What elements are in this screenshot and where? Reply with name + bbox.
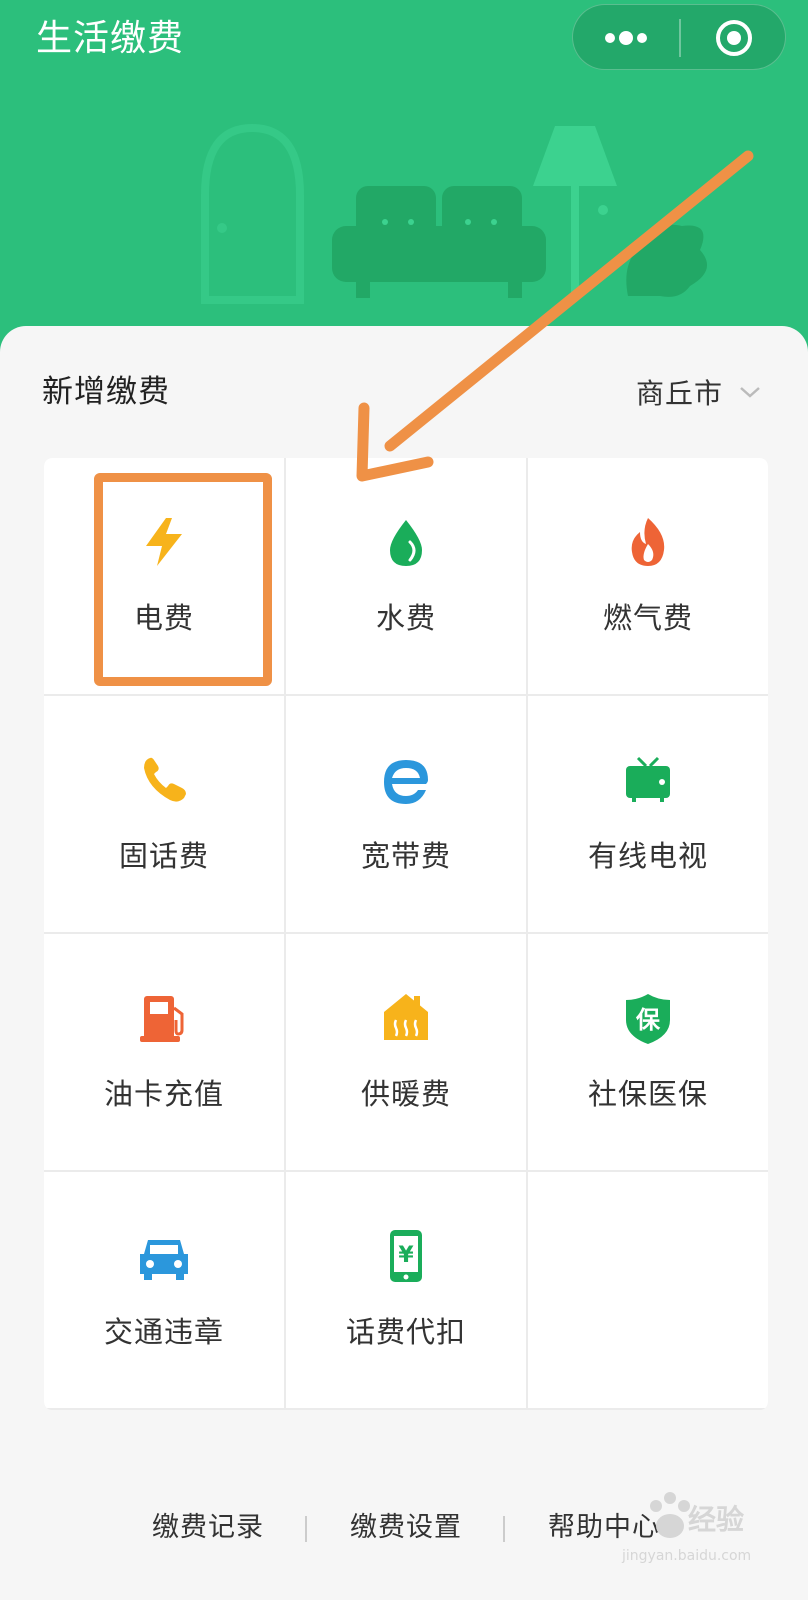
service-landline[interactable]: 固话费 bbox=[44, 696, 284, 932]
more-dots-icon bbox=[605, 31, 647, 45]
header-banner: 生活缴费 bbox=[0, 0, 808, 380]
service-label: 话费代扣 bbox=[345, 1315, 466, 1349]
section-title: 新增缴费 bbox=[42, 374, 170, 410]
service-gas[interactable]: 燃气费 bbox=[528, 458, 768, 694]
service-label: 有线电视 bbox=[587, 839, 708, 873]
empty-cell bbox=[528, 1172, 768, 1408]
footer-divider bbox=[503, 1516, 505, 1542]
lightning-icon bbox=[146, 518, 182, 566]
insurance-shield-icon: 保 bbox=[626, 994, 670, 1044]
flame-icon bbox=[631, 518, 665, 566]
service-label: 电费 bbox=[133, 601, 194, 635]
watermark-text: 经验 bbox=[688, 1503, 745, 1536]
city-label: 商丘市 bbox=[636, 377, 724, 410]
service-label: 供暖费 bbox=[360, 1077, 451, 1111]
city-selector[interactable]: 商丘市 bbox=[636, 370, 761, 414]
gas-pump-icon bbox=[140, 996, 184, 1042]
service-cable-tv[interactable]: 有线电视 bbox=[528, 696, 768, 932]
service-label: 社保医保 bbox=[587, 1077, 708, 1111]
close-button[interactable] bbox=[681, 5, 787, 71]
service-fuel-card[interactable]: 油卡充值 bbox=[44, 934, 284, 1170]
service-water[interactable]: 水费 bbox=[286, 458, 526, 694]
service-phone-autopay[interactable]: ¥ 话费代扣 bbox=[286, 1172, 526, 1408]
tv-icon bbox=[626, 756, 670, 802]
more-button[interactable] bbox=[573, 5, 679, 71]
service-grid: 电费 水费 燃气费 固话费 宽带费 有线电视 油卡充值 供暖费 保 社保医保 交… bbox=[44, 458, 768, 1410]
watermark-sub: jingyan.baidu.com bbox=[622, 1548, 752, 1564]
mini-program-capsule bbox=[572, 4, 786, 70]
yuan-glyph: ¥ bbox=[398, 1243, 414, 1268]
target-circle-icon bbox=[716, 20, 752, 56]
footer-divider bbox=[305, 1516, 307, 1542]
car-icon bbox=[140, 1240, 188, 1280]
heating-house-icon bbox=[384, 994, 428, 1040]
service-label: 宽带费 bbox=[360, 839, 451, 873]
payment-records-link[interactable]: 缴费记录 bbox=[152, 1500, 264, 1556]
phone-icon bbox=[144, 757, 186, 802]
service-heating[interactable]: 供暖费 bbox=[286, 934, 526, 1170]
service-electricity[interactable]: 电费 bbox=[44, 458, 284, 694]
watermark: 经验 jingyan.baidu.com bbox=[592, 1480, 788, 1584]
service-broadband[interactable]: 宽带费 bbox=[286, 696, 526, 932]
service-social-insurance[interactable]: 保 社保医保 bbox=[528, 934, 768, 1170]
broadband-e-icon bbox=[384, 760, 428, 804]
service-label: 燃气费 bbox=[602, 601, 693, 635]
service-label: 交通违章 bbox=[103, 1315, 224, 1349]
service-traffic-violation[interactable]: 交通违章 bbox=[44, 1172, 284, 1408]
app-title: 生活缴费 bbox=[36, 18, 185, 59]
service-label: 水费 bbox=[375, 601, 436, 635]
service-label: 固话费 bbox=[118, 839, 209, 873]
main-card: 新增缴费 商丘市 电费 水费 燃气费 固话费 宽带费 有线电视 油卡充值 供暖费… bbox=[0, 326, 808, 1600]
mobile-yuan-icon: ¥ bbox=[390, 1230, 422, 1282]
service-label: 油卡充值 bbox=[103, 1077, 224, 1111]
water-drop-icon bbox=[390, 520, 422, 566]
insurance-glyph: 保 bbox=[635, 1006, 661, 1034]
payment-settings-link[interactable]: 缴费设置 bbox=[350, 1500, 462, 1556]
chevron-down-icon bbox=[740, 387, 760, 398]
